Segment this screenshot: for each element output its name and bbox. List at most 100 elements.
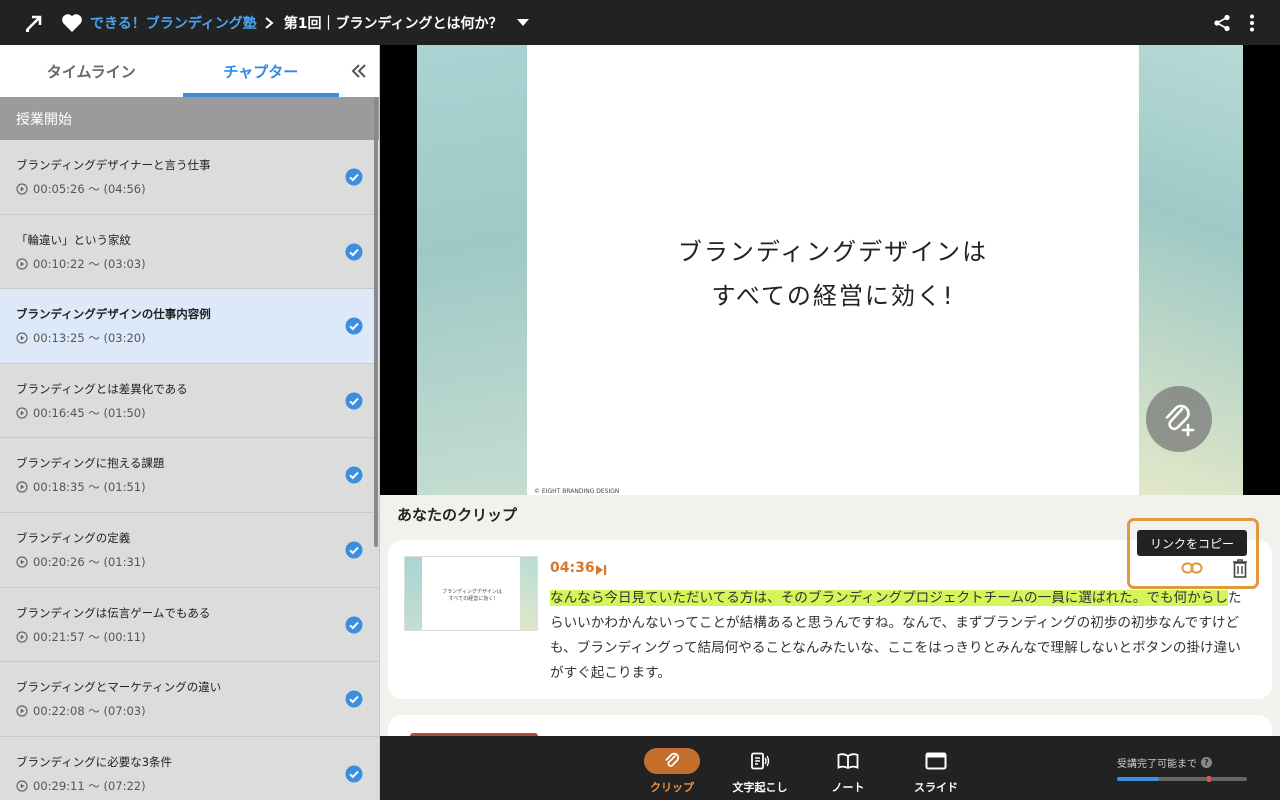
play-circle-icon	[16, 556, 28, 568]
chapter-item[interactable]: ブランディングデザイナーと言う仕事 00:05:26 〜 (04:56)	[0, 140, 379, 215]
nav-slide[interactable]: スライド	[898, 736, 974, 800]
play-circle-icon	[16, 481, 28, 493]
nav-note-label: ノート	[831, 781, 865, 794]
chevron-down-icon[interactable]	[513, 13, 533, 33]
chapter-time-text: 00:18:35 〜 (01:51)	[33, 480, 146, 495]
chapter-title: ブランディングとマーケティングの違い	[16, 680, 222, 695]
collapse-sidebar-icon[interactable]	[339, 45, 379, 97]
nav-clip-label: クリップ	[650, 781, 694, 794]
add-clip-button[interactable]	[1146, 386, 1212, 452]
slide-title-line1: ブランディングデザインは	[677, 238, 989, 266]
nav-clip[interactable]: クリップ	[634, 736, 710, 800]
chapter-time-text: 00:10:22 〜 (03:03)	[33, 256, 146, 271]
nav-transcript[interactable]: 文字起こし	[722, 736, 798, 800]
chapter-item[interactable]: ブランディングデザインの仕事内容例 00:13:25 〜 (03:20)	[0, 289, 379, 364]
exit-arrow-icon[interactable]	[17, 6, 51, 40]
nav-transcript-label: 文字起こし	[732, 781, 788, 794]
check-circle-icon	[345, 168, 363, 186]
chapter-time: 00:29:11 〜 (07:22)	[16, 778, 379, 794]
thumb-line1: ブランディングデザインは	[442, 589, 502, 595]
link-icon[interactable]	[1180, 558, 1204, 578]
school-link[interactable]: できる！ブランディング塾	[90, 13, 257, 33]
chapter-sidebar: タイムライン チャプター 授業開始 ブランディングデザイナーと言う仕事 00:05…	[0, 45, 380, 800]
thumb-line2: すべての経営に効く!	[448, 596, 496, 602]
check-circle-icon	[345, 466, 363, 484]
nav-slide-label: スライド	[914, 781, 958, 794]
chapter-item[interactable]: ブランディングとは差異化である 00:16:45 〜 (01:50)	[0, 363, 379, 439]
play-circle-icon	[16, 780, 28, 792]
play-circle-icon	[16, 630, 28, 643]
nav-note[interactable]: ノート	[810, 736, 886, 800]
check-circle-icon	[345, 616, 363, 634]
chapter-time-text: 00:16:45 〜 (01:50)	[33, 405, 146, 420]
help-icon[interactable]: ?	[1201, 757, 1212, 768]
chapter-time: 00:18:35 〜 (01:51)	[16, 479, 379, 495]
video-slide: ブランディングデザインは すべての経営に効く! © EIGHT BRANDING…	[417, 45, 1243, 495]
chapter-time-text: 00:13:25 〜 (03:20)	[33, 331, 146, 346]
chapter-title: ブランディングに抱える課題	[16, 456, 165, 471]
skip-to-icon[interactable]	[595, 561, 609, 575]
chapter-item[interactable]: 「輪違い」という家紋 00:10:22 〜 (03:03)	[0, 214, 379, 290]
chapter-title: ブランディングに必要な3条件	[16, 754, 173, 769]
share-icon[interactable]	[1210, 11, 1234, 35]
heart-icon[interactable]	[60, 11, 84, 35]
chevron-right-icon	[264, 16, 278, 30]
progress-label: 受講完了可能まで ?	[1117, 755, 1249, 770]
chapter-title: ブランディングは伝言ゲームでもある	[16, 605, 211, 620]
clip-highlight: なんなら今日見ていただいてる方は、そのブランディングプロジェクトチームの一員に選…	[550, 590, 1228, 606]
slide-title-line2: すべての経営に効く!	[711, 282, 955, 310]
chapter-time: 00:05:26 〜 (04:56)	[16, 181, 379, 197]
thumb-right-band	[520, 557, 537, 630]
progress-marker	[1206, 776, 1211, 782]
check-circle-icon	[345, 541, 363, 559]
paperclip-plus-icon	[1165, 404, 1195, 437]
copy-link-tooltip: リンクをコピー	[1137, 530, 1247, 556]
tab-chapter[interactable]: チャプター	[182, 45, 340, 97]
clip-thumbnail[interactable]: ブランディングデザインは すべての経営に効く!	[404, 556, 538, 631]
progress-track	[1117, 776, 1247, 782]
check-circle-icon	[345, 243, 363, 261]
check-circle-icon	[345, 765, 363, 783]
chapter-time-text: 00:21:57 〜 (00:11)	[33, 629, 146, 644]
chapter-time: 00:20:26 〜 (01:31)	[16, 554, 379, 570]
top-bar: できる！ブランディング塾 第1回｜ブランディングとは何か？	[0, 0, 1280, 45]
completion-progress: 受講完了可能まで ?	[1117, 755, 1249, 782]
chapter-item[interactable]: ブランディングの定義 00:20:26 〜 (01:31)	[0, 512, 379, 588]
chapter-time: 00:21:57 〜 (00:11)	[16, 629, 379, 645]
chapter-title: ブランディングデザイナーと言う仕事	[16, 158, 211, 172]
chapter-item[interactable]: ブランディングとマーケティングの違い 00:22:08 〜 (07:03)	[0, 662, 379, 737]
video-player[interactable]: ブランディングデザインは すべての経営に効く! © EIGHT BRANDING…	[380, 45, 1280, 495]
chapter-item[interactable]: ブランディングに必要な3条件 00:29:11 〜 (07:22)	[0, 736, 379, 800]
slide-window-icon	[908, 748, 964, 774]
sidebar-scrollbar[interactable]	[374, 97, 378, 547]
progress-label-text: 受講完了可能まで	[1117, 759, 1197, 770]
play-circle-icon	[16, 257, 28, 270]
chapter-item[interactable]: ブランディングに抱える課題 00:18:35 〜 (01:51)	[0, 438, 379, 513]
section-header: 授業開始	[0, 97, 379, 140]
play-circle-icon	[16, 183, 28, 195]
chapter-title: 「輪違い」という家紋	[16, 232, 131, 247]
more-vertical-icon[interactable]	[1240, 11, 1264, 35]
chapter-time: 00:22:08 〜 (07:03)	[16, 703, 379, 719]
book-icon	[820, 748, 876, 774]
play-circle-icon	[16, 407, 28, 419]
chapter-item[interactable]: ブランディングは伝言ゲームでもある 00:21:57 〜 (00:11)	[0, 587, 379, 663]
tab-timeline[interactable]: タイムライン	[0, 45, 183, 97]
check-circle-icon	[345, 317, 363, 335]
chapter-title: ブランディングデザインの仕事内容例	[16, 307, 211, 322]
sidebar-tabs: タイムライン チャプター	[0, 45, 379, 97]
transcript-icon	[732, 748, 788, 774]
chapter-time: 00:10:22 〜 (03:03)	[16, 256, 379, 272]
paperclip-icon	[644, 748, 700, 774]
chapter-time-text: 00:22:08 〜 (07:03)	[33, 704, 146, 719]
chapter-title: ブランディングとは差異化である	[16, 381, 188, 396]
chapter-list: ブランディングデザイナーと言う仕事 00:05:26 〜 (04:56) 「輪違い」…	[0, 140, 379, 800]
check-circle-icon	[345, 690, 363, 708]
trash-icon[interactable]	[1230, 557, 1250, 579]
clip-timestamp[interactable]: 04:36	[550, 560, 595, 576]
chapter-title: ブランディングの定義	[16, 530, 131, 545]
slide-copyright: © EIGHT BRANDING DESIGN	[534, 488, 620, 495]
chapter-time: 00:13:25 〜 (03:20)	[16, 330, 379, 346]
chapter-time: 00:16:45 〜 (01:50)	[16, 405, 379, 421]
lesson-title: 第1回｜ブランディングとは何か？	[283, 15, 503, 32]
